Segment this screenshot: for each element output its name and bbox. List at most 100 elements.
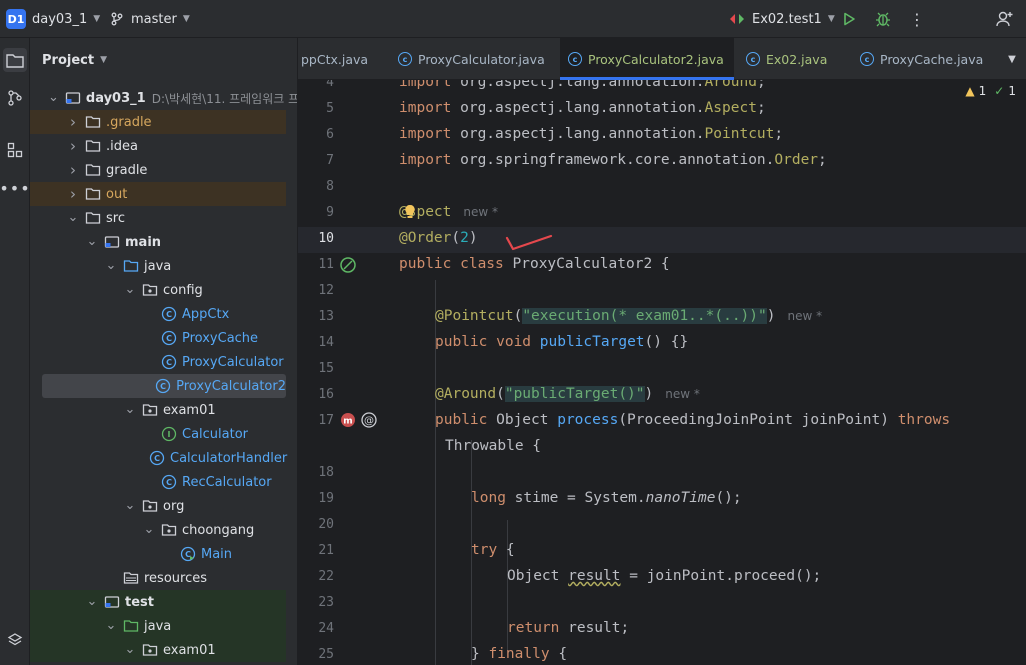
chevron-down-icon[interactable]: ⌄ (48, 91, 59, 104)
at-sign-icon: @ (361, 412, 377, 428)
tree-item[interactable]: C AppCtx (30, 302, 286, 326)
tree-item[interactable]: ⌄ day03_1 D:\박세현\11. 프레임워크 프 (30, 86, 297, 110)
tree-item[interactable]: C ProxyCalculator2 (42, 374, 286, 398)
svg-text:C: C (166, 310, 172, 319)
inspection-widget[interactable]: ▲ 1 ✓ 1 (965, 84, 1016, 98)
tree-item[interactable]: ⌄ src (30, 206, 286, 230)
project-tool-window: Project ▼ ⌄ day03_1 D:\박세현\11. 프레임워크 프 › .gr… (30, 38, 298, 665)
tree-item[interactable]: C ProxyCalculator (30, 350, 286, 374)
tab-ex02[interactable]: c Ex02.java (734, 38, 848, 80)
line-number: 6 (326, 127, 334, 142)
chevron-down-icon[interactable]: ⌄ (124, 499, 136, 512)
bean-gutter-icon[interactable] (339, 256, 357, 278)
chevron-down-icon[interactable]: ⌄ (67, 211, 79, 224)
tree-item[interactable]: ⌄ test (30, 590, 286, 614)
warning-icon: ▲ (965, 84, 975, 98)
project-tool-button[interactable] (3, 48, 27, 72)
project-panel-title: Project (42, 52, 95, 68)
tree-item[interactable]: C CalculatorHandler (30, 446, 287, 470)
more-tools-button[interactable]: ••• (0, 176, 30, 200)
tab-proxycalculator2[interactable]: c ProxyCalculator2.java ✕ (560, 38, 734, 80)
layers-tool-button[interactable] (3, 628, 27, 652)
branch-name: master (131, 11, 177, 27)
line-number: 24 (318, 621, 334, 636)
chevron-down-icon[interactable]: ⌄ (124, 403, 136, 416)
chevron-right-icon[interactable]: › (67, 161, 79, 179)
chevron-down-icon[interactable]: ⌄ (86, 595, 98, 608)
class-icon: C (149, 450, 165, 466)
chevron-right-icon[interactable]: › (67, 113, 79, 131)
chevron-down-icon[interactable]: ⌄ (105, 259, 117, 272)
commit-tool-button[interactable] (3, 86, 27, 110)
chevron-down-icon[interactable]: ⌄ (143, 523, 155, 536)
chevron-down-icon[interactable]: ⌄ (124, 643, 136, 656)
module-icon (104, 594, 120, 610)
tab-appctx[interactable]: ppCtx.java (298, 38, 390, 80)
line-number: 16 (318, 387, 334, 402)
tree-item-label: RecCalculator (182, 474, 272, 490)
code-line-7: import org.springframework.core.annotati… (399, 152, 827, 168)
run-config-selector[interactable]: Ex02.test1 ▼ (728, 0, 835, 38)
tree-item-label: java (144, 258, 172, 274)
tree-item[interactable]: › .gradle (30, 110, 286, 134)
tree-item[interactable]: ⌄ org (30, 494, 286, 518)
main-class-icon: C (180, 546, 196, 562)
line-number: 19 (318, 491, 334, 506)
project-selector[interactable]: D1 day03_1 ▼ (6, 0, 100, 38)
tree-item[interactable]: › gradle (30, 158, 286, 182)
debug-button[interactable] (872, 8, 894, 30)
tree-item-label: Main (201, 546, 233, 562)
run-config-name: Ex02.test1 (752, 11, 822, 27)
tree-item[interactable]: ⌄ java (30, 614, 286, 638)
tree-item[interactable]: › out (30, 182, 286, 206)
code-line-13: @Pointcut("execution(* exam01..*(..))") n… (435, 308, 823, 324)
package-icon (142, 402, 158, 418)
chevron-right-icon[interactable]: › (67, 185, 79, 203)
tree-item[interactable]: I Calculator (30, 422, 286, 446)
structure-tool-button[interactable] (3, 138, 27, 162)
class-icon: c (860, 52, 874, 66)
tree-item[interactable]: ⌄ choongang (30, 518, 286, 542)
tab-proxycalculator[interactable]: c ProxyCalculator.java (390, 38, 560, 80)
tab-proxycache[interactable]: c ProxyCache.java (848, 38, 998, 80)
run-button[interactable] (838, 8, 860, 30)
folder-icon (85, 210, 101, 226)
tree-item[interactable]: resources (30, 566, 286, 590)
tab-label: ProxyCalculator.java (418, 51, 545, 67)
tree-item[interactable]: ⌄ main (30, 230, 286, 254)
source-folder-icon (123, 258, 139, 274)
tree-item[interactable]: ⌄ exam01 (30, 398, 286, 422)
tabs-overflow-button[interactable]: ▼ (1000, 38, 1024, 80)
tree-item[interactable]: C ProxyCache (30, 326, 286, 350)
test-config-icon (730, 14, 744, 24)
chevron-down-icon[interactable]: ⌄ (86, 235, 98, 248)
tree-item[interactable]: ⌄ java (30, 254, 286, 278)
tree-item[interactable]: C Main (30, 542, 286, 566)
advice-gutter-icon[interactable]: m (339, 411, 357, 433)
chevron-right-icon[interactable]: › (67, 137, 79, 155)
chevron-down-icon: ▼ (827, 14, 835, 24)
tree-item[interactable]: ⌄ exam01 (30, 638, 286, 662)
chevron-down-icon[interactable]: ⌄ (105, 619, 117, 632)
tree-item[interactable]: C RecCalculator (30, 470, 286, 494)
chevron-down-icon[interactable]: ⌄ (124, 283, 136, 296)
folder-icon (85, 138, 101, 154)
add-user-button[interactable] (994, 8, 1016, 30)
vertical-dots-icon: ⋮ (909, 9, 925, 29)
chevron-down-icon: ▼ (100, 55, 107, 65)
author-hint: new * (463, 205, 499, 219)
at-gutter-icon[interactable]: @ (360, 411, 378, 433)
vcs-branch-selector[interactable]: master ▼ (110, 0, 190, 38)
line-number: 22 (318, 569, 334, 584)
tree-item[interactable]: ⌄ config (30, 278, 286, 302)
more-actions-button[interactable]: ⋮ (906, 8, 928, 30)
code-line-19: long stime = System.nanoTime(); (471, 490, 742, 506)
tree-item-label: config (163, 282, 203, 298)
project-panel-header[interactable]: Project ▼ (30, 38, 297, 82)
svg-text:C: C (166, 358, 172, 367)
tree-item[interactable]: › .idea (30, 134, 286, 158)
code-editor[interactable]: ▲ 1 ✓ 1 4 5 6 7 8 9 10 11 12 13 14 15 16 17 18 19 20 21 22… (298, 80, 1026, 665)
warning-count: 1 (978, 84, 987, 98)
svg-text:C: C (166, 478, 172, 487)
class-icon: c (746, 52, 760, 66)
